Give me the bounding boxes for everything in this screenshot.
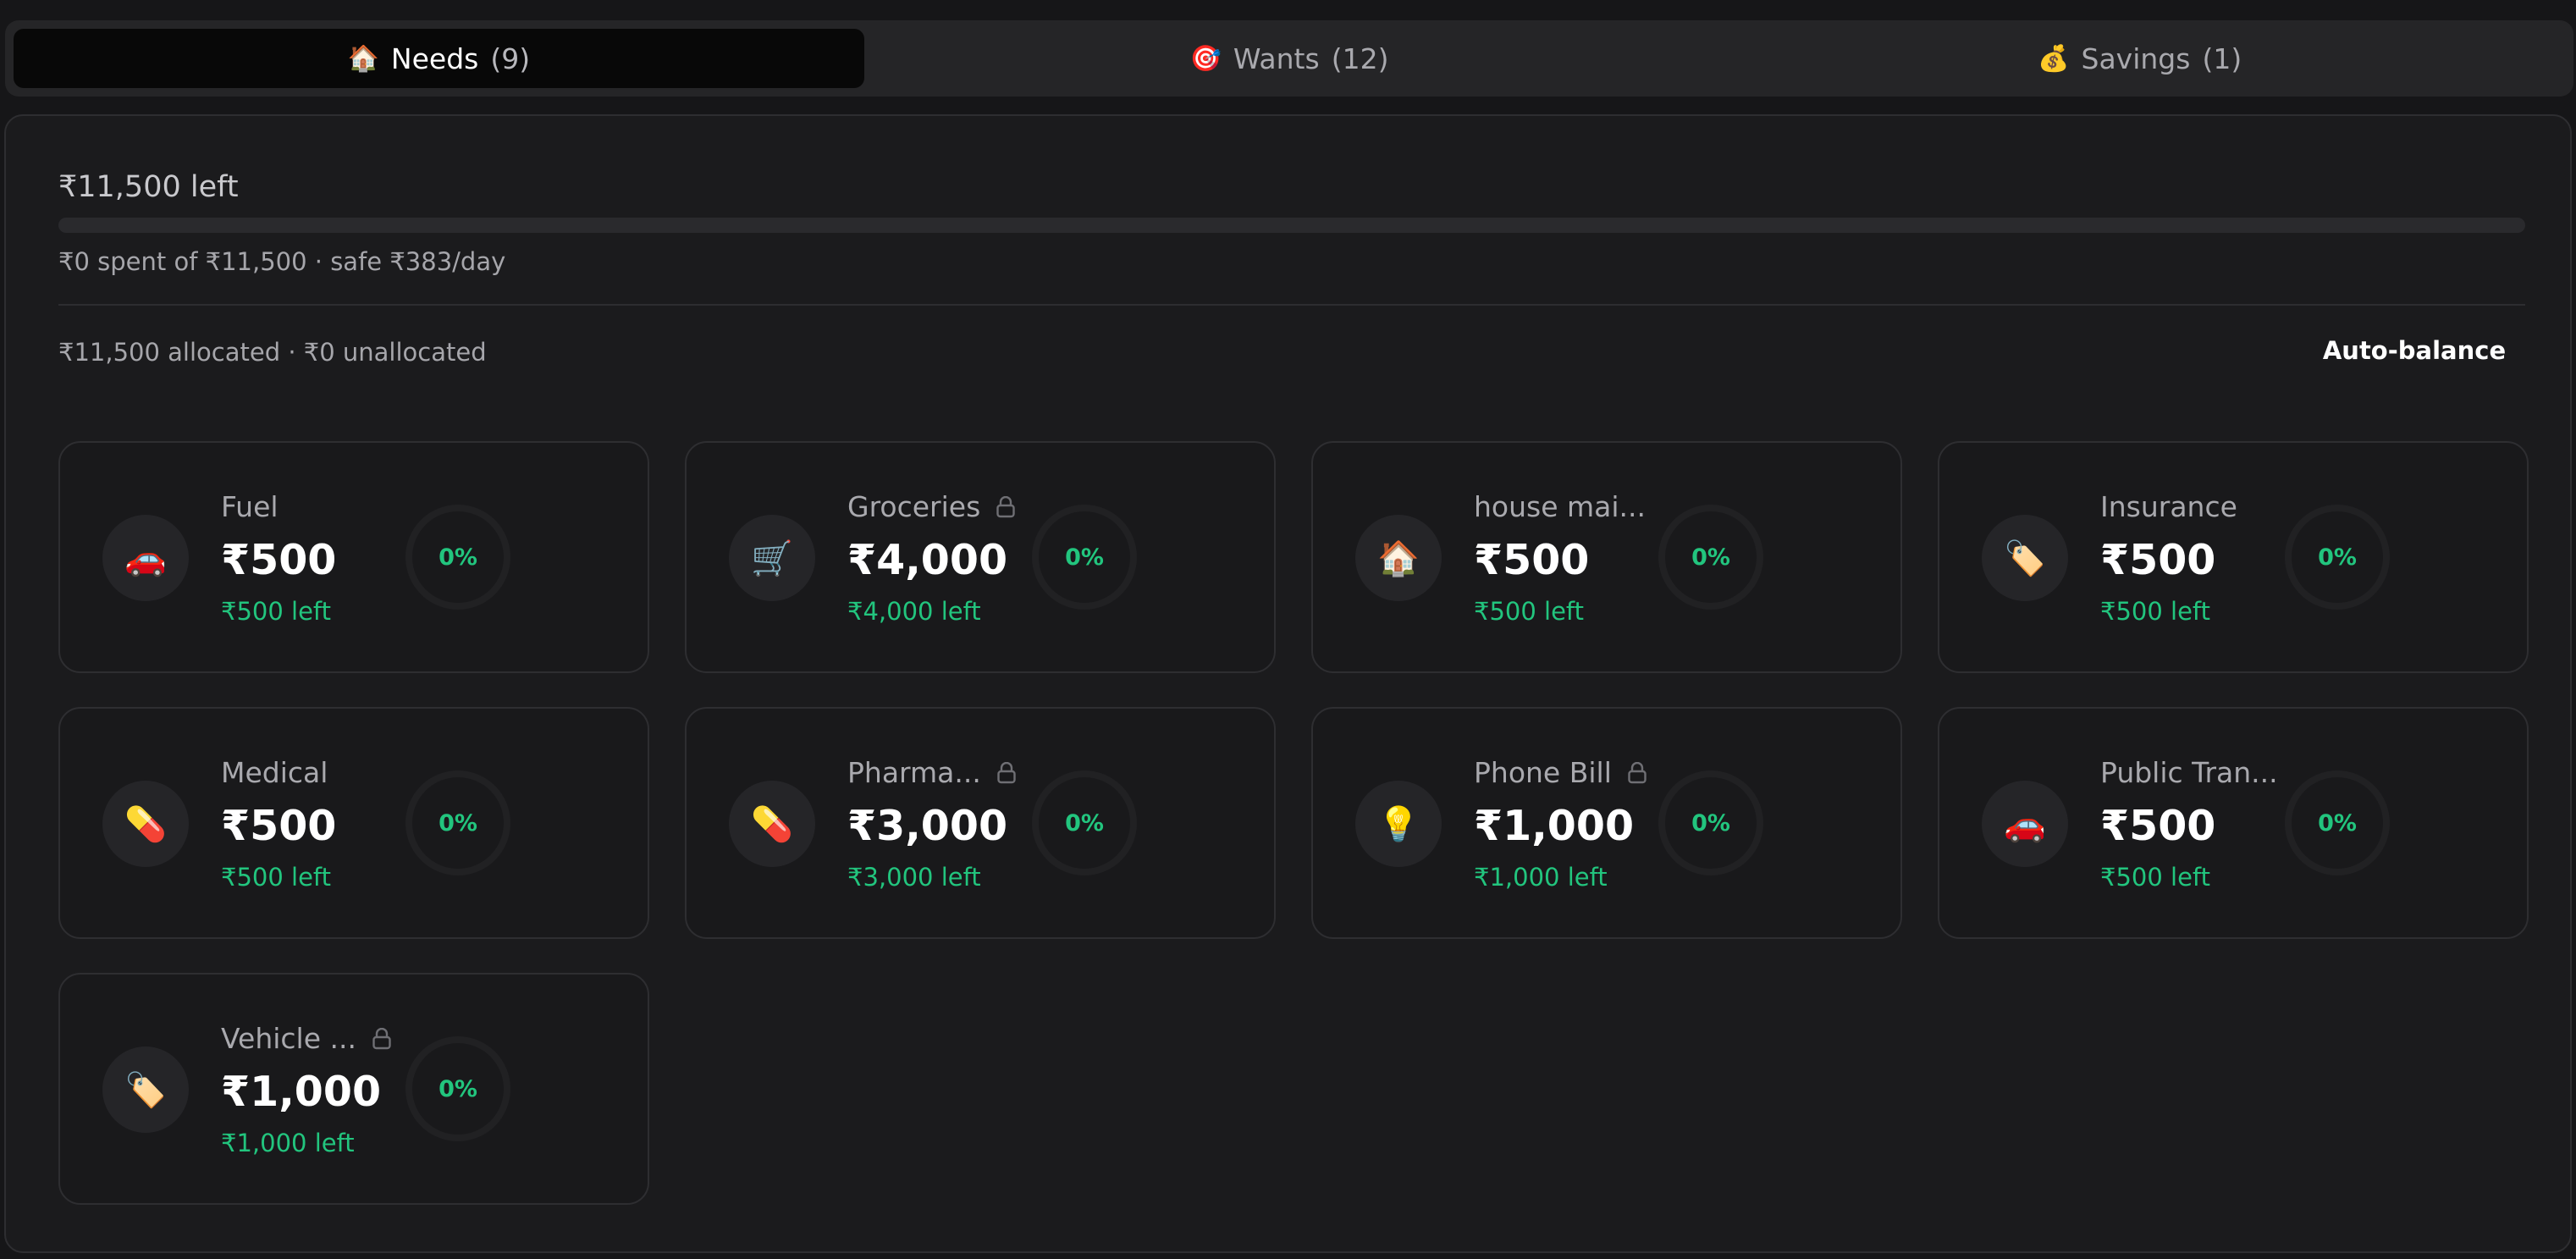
- pill-icon: 💊: [102, 781, 189, 867]
- spent-percent: 0%: [1691, 809, 1730, 837]
- category-name: Pharma...: [847, 756, 981, 789]
- category-card[interactable]: 💊 Medical ₹500 ₹500 left 0%: [58, 707, 649, 939]
- spent-summary: ₹0 spent of ₹11,500 · safe ₹383/day: [58, 247, 506, 276]
- card-name-row: Pharma...: [847, 756, 1017, 789]
- spending-progress-bar: [58, 218, 2525, 233]
- tab-count: (1): [2202, 41, 2242, 75]
- category-name: Medical: [221, 756, 328, 789]
- allocated-amount: ₹500: [2100, 802, 2216, 850]
- allocation-summary: ₹11,500 allocated · ₹0 unallocated: [58, 338, 487, 367]
- category-name: Phone Bill: [1474, 756, 1612, 789]
- amount-left-title: ₹11,500 left: [58, 170, 239, 204]
- tab-needs[interactable]: 🏠 Needs (9): [14, 29, 864, 88]
- card-name-row: Public Tran...: [2100, 756, 2278, 789]
- allocated-amount: ₹3,000: [847, 802, 1008, 850]
- category-card[interactable]: 🏷️ Insurance ₹500 ₹500 left 0%: [1938, 441, 2529, 673]
- money-bag-icon: 💰: [2038, 43, 2070, 74]
- tab-savings[interactable]: 💰 Savings (1): [1714, 29, 2565, 88]
- pill-icon: 💊: [729, 781, 815, 867]
- lightbulb-icon: 💡: [1355, 781, 1442, 867]
- car-icon: 🚗: [102, 515, 189, 601]
- divider: [58, 304, 2525, 306]
- remaining-amount: ₹500 left: [1474, 597, 1584, 626]
- remaining-amount: ₹500 left: [221, 597, 331, 626]
- spent-percent: 0%: [1691, 544, 1730, 571]
- lock-icon[interactable]: [1627, 761, 1647, 784]
- tab-label: Wants: [1233, 41, 1320, 75]
- house-icon: 🏠: [1355, 515, 1442, 601]
- category-name: Fuel: [221, 490, 279, 523]
- remaining-amount: ₹500 left: [2100, 863, 2210, 892]
- remaining-amount: ₹1,000 left: [221, 1129, 355, 1157]
- category-name: Vehicle ...: [221, 1022, 356, 1055]
- allocated-amount: ₹1,000: [221, 1068, 382, 1116]
- remaining-amount: ₹4,000 left: [847, 597, 981, 626]
- spent-percent: 0%: [439, 1075, 477, 1102]
- spent-percent: 0%: [439, 809, 477, 837]
- card-name-row: Insurance: [2100, 490, 2237, 523]
- remaining-amount: ₹500 left: [221, 863, 331, 892]
- remaining-amount: ₹1,000 left: [1474, 863, 1608, 892]
- category-card[interactable]: 🛒 Groceries ₹4,000 ₹4,000 left 0%: [685, 441, 1276, 673]
- allocated-amount: ₹500: [221, 802, 337, 850]
- tab-count: (12): [1331, 41, 1389, 75]
- spent-percent: 0%: [1065, 544, 1104, 571]
- allocated-amount: ₹500: [221, 536, 337, 584]
- category-card[interactable]: 🏷️ Vehicle ... ₹1,000 ₹1,000 left 0%: [58, 973, 649, 1205]
- card-name-row: Groceries: [847, 490, 1016, 523]
- auto-balance-button[interactable]: Auto-balance: [2315, 329, 2513, 372]
- card-name-row: Fuel: [221, 490, 279, 523]
- tag-icon: 🏷️: [1982, 515, 2068, 601]
- spent-percent: 0%: [439, 544, 477, 571]
- category-tabs: 🏠 Needs (9) 🎯 Wants (12) 💰 Savings (1): [5, 20, 2573, 97]
- allocated-amount: ₹500: [2100, 536, 2216, 584]
- lock-icon[interactable]: [996, 495, 1016, 518]
- category-name: house mai...: [1474, 490, 1647, 523]
- allocated-amount: ₹500: [1474, 536, 1590, 584]
- budget-panel: ₹11,500 left ₹0 spent of ₹11,500 · safe …: [4, 114, 2572, 1253]
- spent-percent: 0%: [2318, 809, 2357, 837]
- category-name: Groceries: [847, 490, 981, 523]
- allocated-amount: ₹4,000: [847, 536, 1008, 584]
- category-name: Insurance: [2100, 490, 2237, 523]
- card-name-row: Vehicle ...: [221, 1022, 392, 1055]
- card-name-row: house mai...: [1474, 490, 1646, 523]
- tab-count: (9): [490, 41, 531, 75]
- lock-icon[interactable]: [996, 761, 1017, 784]
- target-icon: 🎯: [1189, 43, 1222, 74]
- tab-label: Savings: [2081, 41, 2191, 75]
- card-name-row: Phone Bill: [1474, 756, 1647, 789]
- tab-label: Needs: [390, 41, 479, 75]
- lock-icon[interactable]: [372, 1027, 392, 1050]
- house-icon: 🏠: [347, 43, 379, 74]
- category-card[interactable]: 💊 Pharma... ₹3,000 ₹3,000 left 0%: [685, 707, 1276, 939]
- cart-icon: 🛒: [729, 515, 815, 601]
- category-card[interactable]: 🚗 Public Tran... ₹500 ₹500 left 0%: [1938, 707, 2529, 939]
- tab-wants[interactable]: 🎯 Wants (12): [864, 29, 1715, 88]
- allocated-amount: ₹1,000: [1474, 802, 1635, 850]
- spent-percent: 0%: [2318, 544, 2357, 571]
- spent-percent: 0%: [1065, 809, 1104, 837]
- remaining-amount: ₹500 left: [2100, 597, 2210, 626]
- car-icon: 🚗: [1982, 781, 2068, 867]
- category-card[interactable]: 💡 Phone Bill ₹1,000 ₹1,000 left 0%: [1311, 707, 1902, 939]
- tag-icon: 🏷️: [102, 1046, 189, 1133]
- category-card[interactable]: 🏠 house mai... ₹500 ₹500 left 0%: [1311, 441, 1902, 673]
- category-name: Public Tran...: [2100, 756, 2278, 789]
- card-name-row: Medical: [221, 756, 328, 789]
- category-card[interactable]: 🚗 Fuel ₹500 ₹500 left 0%: [58, 441, 649, 673]
- remaining-amount: ₹3,000 left: [847, 863, 981, 892]
